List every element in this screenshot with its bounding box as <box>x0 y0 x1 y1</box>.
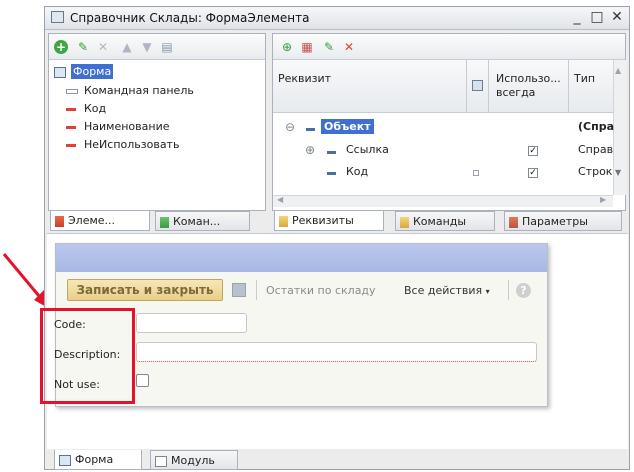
add-icon[interactable]: + <box>54 40 68 54</box>
tree-item-label: Форма <box>71 64 114 79</box>
move-up-icon[interactable]: ▲ <box>120 40 134 54</box>
tab-label: Модуль <box>171 454 215 467</box>
save-and-close-button[interactable]: Записать и закрыть <box>67 279 223 301</box>
tab-form[interactable]: Форма <box>54 450 142 470</box>
attributes-icon <box>279 215 288 227</box>
move-down-icon[interactable]: ▼ <box>140 40 154 54</box>
window-icon <box>51 11 64 23</box>
form-icon <box>59 454 71 466</box>
maximize-icon[interactable]: □ <box>588 9 606 25</box>
tree-expander-icon[interactable]: ⊕ <box>305 143 315 157</box>
delete-icon[interactable]: ✕ <box>96 40 110 54</box>
tab-parameters[interactable]: Параметры <box>504 211 622 231</box>
tree-item-not-use[interactable]: НеИспользовать <box>66 136 179 154</box>
toolbar-separator <box>508 280 509 300</box>
field-icon <box>66 107 76 111</box>
chevron-down-icon: ▾ <box>485 287 490 296</box>
field-icon <box>66 143 76 147</box>
tab-label: Реквизиты <box>292 214 354 227</box>
use-always-checkbox[interactable]: ✓ <box>528 146 538 156</box>
tree-item-label: Командная панель <box>84 84 194 97</box>
scroll-down-icon[interactable]: ▼ <box>615 168 621 177</box>
tab-commands[interactable]: Команды <box>395 211 495 231</box>
column-header-always[interactable]: Использо... всегда <box>496 72 564 100</box>
column-header-type[interactable]: Тип <box>574 72 595 85</box>
column-header-attribute[interactable]: Реквизит <box>278 72 331 85</box>
elements-icon <box>55 215 64 227</box>
attribute-icon <box>306 128 315 131</box>
tree-expander-icon[interactable]: ⊖ <box>285 120 295 134</box>
tree-item-form[interactable]: Форма <box>54 63 114 81</box>
attribute-type: Справ <box>578 143 614 156</box>
module-icon <box>155 455 167 467</box>
window-title: Справочник Склады: ФормаЭлемента <box>70 11 310 25</box>
scroll-right-icon[interactable]: ▶ <box>600 195 606 204</box>
toolbar-separator <box>256 280 257 300</box>
edit-pencil-icon[interactable]: ✎ <box>322 40 336 54</box>
not-use-checkbox[interactable] <box>136 374 149 387</box>
close-icon[interactable]: ✕ <box>608 9 626 25</box>
scroll-left-icon[interactable]: ◀ <box>277 195 283 204</box>
copy-icon[interactable]: ▦ <box>300 40 314 54</box>
help-icon[interactable]: ? <box>516 283 531 298</box>
tree-item-code[interactable]: Код <box>66 100 106 118</box>
parameters-icon <box>509 216 518 228</box>
tree-item-label: Код <box>84 102 107 115</box>
field-icon <box>66 125 76 129</box>
attribute-type: Строк <box>578 165 613 178</box>
annotation-highlight-box <box>40 308 135 404</box>
stock-balance-link[interactable]: Остатки по складу <box>266 284 376 297</box>
minimize-icon[interactable]: _ <box>568 9 586 25</box>
tab-label: Команды <box>413 215 467 228</box>
commands-icon <box>160 216 169 228</box>
column-separator <box>568 60 569 112</box>
scroll-up-icon[interactable]: ▲ <box>615 66 621 75</box>
add-attribute-icon[interactable]: ⊕ <box>280 40 294 54</box>
tree-item-label: НеИспользовать <box>84 138 180 151</box>
column-icon <box>472 80 483 91</box>
attribute-row-link[interactable]: Ссылка <box>346 143 389 156</box>
tab-module[interactable]: Модуль <box>150 450 238 470</box>
tab-attributes[interactable]: Реквизиты <box>274 211 384 231</box>
properties-icon[interactable]: ▤ <box>160 40 174 54</box>
column-separator <box>466 60 467 112</box>
tab-commands-left[interactable]: Коман... <box>155 211 250 231</box>
description-input[interactable] <box>136 342 537 362</box>
attribute-row-code[interactable]: Код <box>346 165 368 178</box>
tree-item-description[interactable]: Наименование <box>66 118 169 136</box>
all-actions-label: Все действия <box>404 284 483 297</box>
commands-icon <box>400 216 409 228</box>
tab-label: Параметры <box>522 215 588 228</box>
command-panel-icon <box>66 88 78 94</box>
small-square-icon <box>473 170 479 176</box>
tab-label: Форма <box>75 453 114 466</box>
delete-icon[interactable]: ✕ <box>342 40 356 54</box>
code-input[interactable] <box>136 313 247 333</box>
save-icon[interactable] <box>232 283 246 297</box>
preview-header <box>56 244 547 272</box>
column-separator <box>488 60 489 112</box>
edit-pencil-icon[interactable]: ✎ <box>76 40 90 54</box>
tab-label: Элеме... <box>68 214 116 227</box>
tab-label: Коман... <box>173 215 221 228</box>
form-icon <box>54 66 66 78</box>
attribute-icon <box>327 172 336 175</box>
tree-item-label: Наименование <box>84 120 170 133</box>
horizontal-scrollbar[interactable] <box>273 195 613 207</box>
tree-item-command-panel[interactable]: Командная панель <box>66 82 194 100</box>
attribute-row-object[interactable]: Объект <box>321 119 374 134</box>
attribute-icon <box>327 151 336 154</box>
tab-elements[interactable]: Элеме... <box>50 211 150 231</box>
use-always-checkbox[interactable]: ✓ <box>528 168 538 178</box>
all-actions-menu[interactable]: Все действия ▾ <box>404 284 490 297</box>
attribute-type: (Спра <box>578 120 614 133</box>
